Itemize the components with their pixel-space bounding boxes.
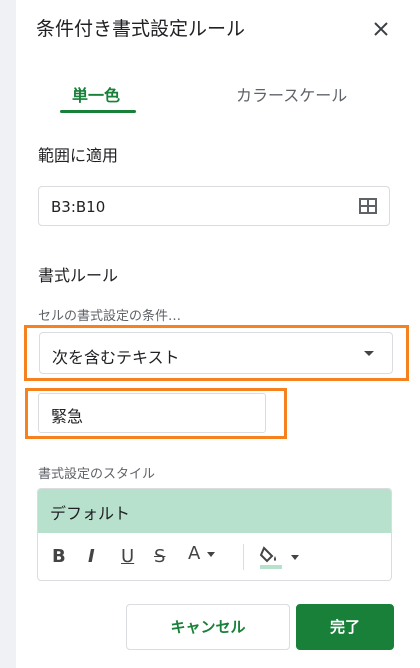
condition-dropdown[interactable]: 次を含むテキスト [39,332,393,374]
select-range-icon[interactable] [359,198,377,214]
fill-color-dropdown-icon [290,555,299,560]
condition-value-input[interactable]: 緊急 [38,393,266,433]
range-input[interactable]: B3:B10 [38,186,390,226]
panel-title: 条件付き書式設定ルール [36,18,246,40]
text-color-button[interactable]: A [188,543,216,564]
tab-single-color[interactable]: 単一色 [72,82,120,106]
bold-button[interactable]: B [52,546,66,567]
condition-value-text: 緊急 [51,407,84,426]
close-icon[interactable] [372,20,390,38]
style-toolbar: B I U S A [38,534,391,580]
done-button[interactable]: 完了 [296,604,394,650]
text-color-icon: A [188,543,201,564]
condition-label: セルの書式設定の条件… [38,309,182,324]
range-value: B3:B10 [51,198,106,216]
style-editor: デフォルト B I U S A [37,488,392,581]
text-color-dropdown-icon [207,552,216,557]
style-label: 書式設定のスタイル [38,467,156,482]
fill-color-button[interactable] [258,544,300,570]
active-tab-indicator [60,110,136,113]
style-preview-text: デフォルト [50,504,131,523]
style-preview: デフォルト [38,489,391,533]
format-rules-heading: 書式ルール [38,266,119,285]
tab-color-scale[interactable]: カラースケール [236,82,347,106]
underline-button[interactable]: U [121,546,134,567]
conditional-format-panel: 条件付き書式設定ルール 単一色 カラースケール 範囲に適用 B3:B10 書式ル… [16,0,420,668]
strikethrough-button[interactable]: S [154,546,165,567]
condition-selected-value: 次を含むテキスト [52,348,180,367]
italic-button[interactable]: I [88,546,95,567]
range-heading: 範囲に適用 [38,146,119,165]
cancel-button[interactable]: キャンセル [126,604,290,650]
toolbar-divider [243,544,244,570]
dropdown-arrow-icon [364,351,374,356]
fill-color-icon [259,546,282,569]
